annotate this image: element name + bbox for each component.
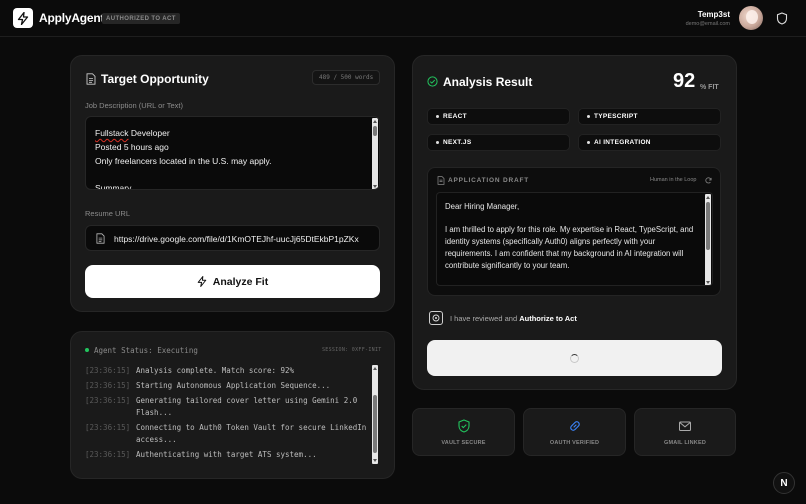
word-count: 489 / 500 words (312, 70, 381, 85)
scrollbar-thumb[interactable] (373, 395, 377, 453)
avatar[interactable] (739, 6, 763, 30)
analyze-fit-label: Analyze Fit (212, 275, 269, 288)
status-indicator-dot (85, 348, 89, 352)
job-description-label: Job Description (URL or Text) (85, 101, 183, 110)
analysis-result-title: Analysis Result (443, 75, 533, 89)
refresh-icon[interactable] (705, 177, 712, 184)
authorize-label[interactable]: I have reviewed and Authorize to Act (450, 314, 577, 323)
application-draft-label: APPLICATION DRAFT (448, 177, 530, 184)
authorize-checkbox[interactable] (429, 311, 443, 325)
session-id: SESSION: 0XFF-INIT (322, 347, 382, 353)
gmail-linked-badge: GMAIL LINKED (634, 408, 736, 456)
skill-tag-react: REACT (427, 108, 570, 125)
document-icon (96, 233, 105, 244)
circle-check-icon (432, 314, 440, 322)
agent-status: Agent Status: Executing (94, 346, 198, 355)
bolt-logo-icon[interactable] (13, 8, 33, 28)
fit-score: 92 (673, 70, 696, 92)
human-in-the-loop-label: Human in the Loop (650, 177, 697, 183)
log-line: [23:36:15] Generating tailored cover lett… (85, 396, 358, 417)
vault-secure-badge: VAULT SECURE (412, 408, 515, 456)
analyze-fit-button[interactable]: Analyze Fit (85, 265, 380, 298)
loading-spinner-icon (570, 353, 579, 363)
log-line: [23:36:15] Authenticating with target ATS… (85, 450, 317, 459)
log-line: [23:36:15] Connecting to Auth0 Token Vaul… (85, 423, 367, 444)
application-draft-text[interactable]: Dear Hiring Manager, I am thrilled to ap… (445, 201, 703, 285)
shield-check-icon (457, 419, 470, 433)
log-line: [23:36:15] Analysis complete. Match score… (85, 366, 295, 375)
skill-tag-nextjs: NEXT.JS (427, 134, 570, 151)
job-description-input[interactable]: Fullstack Developer Posted 5 hours ago O… (85, 116, 380, 190)
resume-url-value[interactable]: https://drive.google.com/file/d/1KmOTEJh… (114, 234, 372, 244)
skill-tag-typescript: TYPESCRIPT (578, 108, 721, 125)
agent-log[interactable]: [23:36:15] Analysis complete. Match score… (85, 365, 380, 465)
top-header: ApplyAgent AUTHORIZED TO ACT Temp3st dem… (0, 0, 806, 37)
log-scrollbar[interactable] (372, 365, 378, 464)
nextjs-dev-button[interactable]: N (773, 472, 795, 494)
app-name[interactable]: ApplyAgent (39, 11, 105, 25)
panel-title: Target Opportunity (101, 72, 209, 86)
authorize-submit-button[interactable] (427, 340, 722, 376)
scrollbar-thumb[interactable] (706, 202, 710, 250)
skill-tag-ai-integration: AI INTEGRATION (578, 134, 721, 151)
authorized-badge: AUTHORIZED TO ACT (102, 13, 180, 24)
resume-url-label: Resume URL (85, 209, 131, 218)
user-email: demo@email.com (685, 21, 730, 27)
scrollbar[interactable] (372, 118, 378, 189)
application-draft-textarea[interactable]: Dear Hiring Manager, I am thrilled to ap… (436, 192, 713, 286)
draft-scrollbar[interactable] (705, 194, 711, 285)
link-icon (569, 421, 580, 431)
user-name: Temp3st (697, 10, 730, 19)
job-description-text[interactable]: Fullstack Developer Posted 5 hours ago O… (95, 127, 365, 189)
log-line: [23:36:15] Starting Autonomous Applicatio… (85, 381, 331, 390)
shield-icon[interactable] (776, 12, 788, 25)
misspelled-word: Fullstack (95, 128, 129, 138)
fit-label: % FIT (700, 84, 719, 91)
mail-icon (679, 421, 691, 431)
check-circle-icon (427, 76, 438, 87)
bolt-icon (197, 276, 207, 287)
resume-url-input[interactable]: https://drive.google.com/file/d/1KmOTEJh… (85, 225, 380, 251)
scrollbar-thumb[interactable] (373, 126, 377, 136)
document-icon (86, 73, 96, 85)
oauth-verified-badge: OAUTH VERIFIED (523, 408, 626, 456)
document-icon (437, 176, 445, 185)
